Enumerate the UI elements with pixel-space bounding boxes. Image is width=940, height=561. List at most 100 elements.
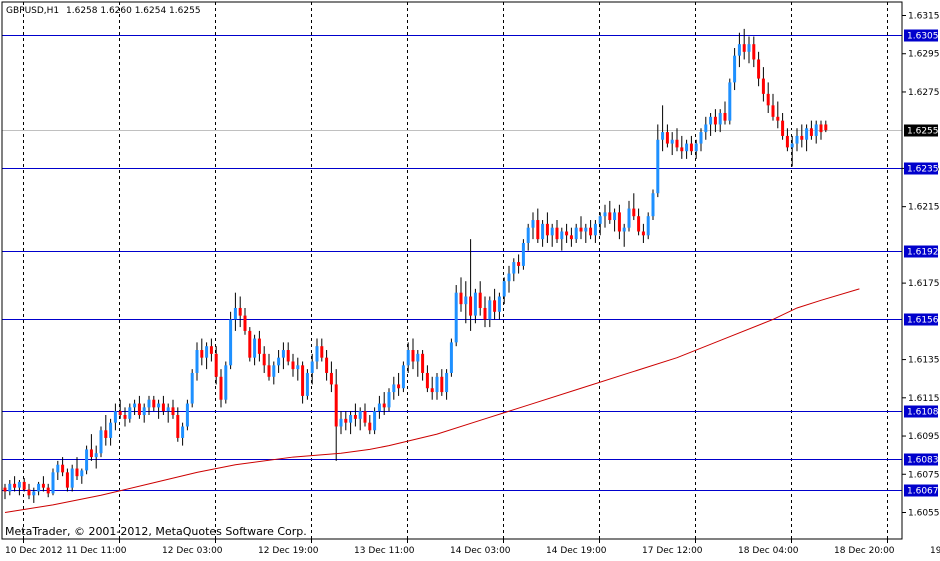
bear-candle[interactable] <box>617 212 621 232</box>
bear-candle[interactable] <box>368 422 372 431</box>
bear-candle[interactable] <box>257 338 261 354</box>
bull-candle[interactable] <box>593 223 597 236</box>
bull-candle[interactable] <box>190 372 194 404</box>
bull-candle[interactable] <box>704 124 708 133</box>
bull-candle[interactable] <box>373 411 377 431</box>
bear-candle[interactable] <box>320 346 324 358</box>
bull-candle[interactable] <box>709 116 713 125</box>
bull-candle[interactable] <box>128 407 132 419</box>
bull-candle[interactable] <box>454 292 458 343</box>
bull-candle[interactable] <box>305 372 309 396</box>
bull-candle[interactable] <box>253 338 257 358</box>
price-chart[interactable]: 1.6315 1.6295 1.6275 1.6235 1.6215 1.6175 1.61… <box>0 0 940 557</box>
bull-candle[interactable] <box>728 82 732 121</box>
bear-candle[interactable] <box>536 220 540 240</box>
bull-candle[interactable] <box>521 242 525 266</box>
bear-candle[interactable] <box>22 481 26 490</box>
bull-candle[interactable] <box>747 44 751 52</box>
bear-candle[interactable] <box>334 384 338 427</box>
bull-candle[interactable] <box>56 464 60 473</box>
bull-candle[interactable] <box>416 353 420 362</box>
bull-candle[interactable] <box>229 319 233 366</box>
bear-candle[interactable] <box>301 365 305 396</box>
bear-candle[interactable] <box>766 93 770 106</box>
bear-candle[interactable] <box>665 132 669 144</box>
bull-candle[interactable] <box>142 407 146 416</box>
bull-candle[interactable] <box>8 483 12 492</box>
bull-candle[interactable] <box>315 346 319 362</box>
bull-candle[interactable] <box>805 128 809 140</box>
bull-candle[interactable] <box>85 449 89 471</box>
bear-candle[interactable] <box>637 216 641 232</box>
bull-candle[interactable] <box>651 193 655 217</box>
bear-candle[interactable] <box>200 350 204 358</box>
bull-candle[interactable] <box>392 384 396 393</box>
bear-candle[interactable] <box>118 411 122 416</box>
bear-candle[interactable] <box>344 418 348 423</box>
bull-candle[interactable] <box>497 296 501 312</box>
bull-candle[interactable] <box>656 139 660 194</box>
bull-candle[interactable] <box>622 227 626 232</box>
bull-candle[interactable] <box>488 300 492 320</box>
bull-candle[interactable] <box>358 411 362 419</box>
bear-candle[interactable] <box>41 483 45 488</box>
bull-candle[interactable] <box>661 132 665 140</box>
bull-candle[interactable] <box>195 350 199 373</box>
bull-candle[interactable] <box>80 470 84 477</box>
bear-candle[interactable] <box>248 330 252 358</box>
bear-candle[interactable] <box>440 376 444 393</box>
bull-candle[interactable] <box>473 292 477 316</box>
bear-candle[interactable] <box>325 357 329 373</box>
bull-candle[interactable] <box>349 415 353 423</box>
bull-candle[interactable] <box>205 346 209 358</box>
bear-candle[interactable] <box>65 472 69 488</box>
bear-candle[interactable] <box>680 147 684 152</box>
bull-candle[interactable] <box>733 55 737 83</box>
bear-candle[interactable] <box>267 365 271 377</box>
bear-candle[interactable] <box>171 407 175 416</box>
bull-candle[interactable] <box>670 139 674 144</box>
bull-candle[interactable] <box>464 296 468 305</box>
chart-window[interactable]: 1.6315 1.6295 1.6275 1.6235 1.6215 1.6175 1.61… <box>0 0 940 557</box>
bull-candle[interactable] <box>795 135 799 144</box>
bear-candle[interactable] <box>214 353 218 377</box>
bull-candle[interactable] <box>113 411 117 423</box>
bear-candle[interactable] <box>776 116 780 121</box>
bear-candle[interactable] <box>61 464 65 473</box>
bull-candle[interactable] <box>550 227 554 236</box>
bull-candle[interactable] <box>51 472 55 494</box>
bull-candle[interactable] <box>512 262 516 274</box>
bull-candle[interactable] <box>560 231 564 240</box>
bear-candle[interactable] <box>675 139 679 148</box>
bull-candle[interactable] <box>699 132 703 144</box>
bull-candle[interactable] <box>109 422 113 438</box>
bull-candle[interactable] <box>584 227 588 232</box>
bear-candle[interactable] <box>425 372 429 389</box>
bear-candle[interactable] <box>421 353 425 373</box>
bull-candle[interactable] <box>449 342 453 373</box>
bull-candle[interactable] <box>814 124 818 136</box>
bull-candle[interactable] <box>166 407 170 412</box>
bear-candle[interactable] <box>632 208 636 217</box>
bear-candle[interactable] <box>209 346 213 354</box>
bull-candle[interactable] <box>94 453 98 458</box>
bull-candle[interactable] <box>646 216 650 236</box>
bull-candle[interactable] <box>37 483 41 492</box>
bear-candle[interactable] <box>713 116 717 125</box>
bull-candle[interactable] <box>272 365 276 377</box>
bear-candle[interactable] <box>589 227 593 236</box>
bear-candle[interactable] <box>761 78 765 94</box>
bull-candle[interactable] <box>737 44 741 56</box>
bear-candle[interactable] <box>397 384 401 389</box>
bull-candle[interactable] <box>157 403 161 408</box>
bull-candle[interactable] <box>70 468 74 488</box>
bear-candle[interactable] <box>382 403 386 408</box>
bear-candle[interactable] <box>152 399 156 408</box>
bear-candle[interactable] <box>459 292 463 305</box>
bear-candle[interactable] <box>483 307 487 320</box>
bull-candle[interactable] <box>377 403 381 412</box>
bull-candle[interactable] <box>401 365 405 389</box>
bear-candle[interactable] <box>752 44 756 60</box>
bear-candle[interactable] <box>137 403 141 416</box>
bear-candle[interactable] <box>781 120 785 136</box>
